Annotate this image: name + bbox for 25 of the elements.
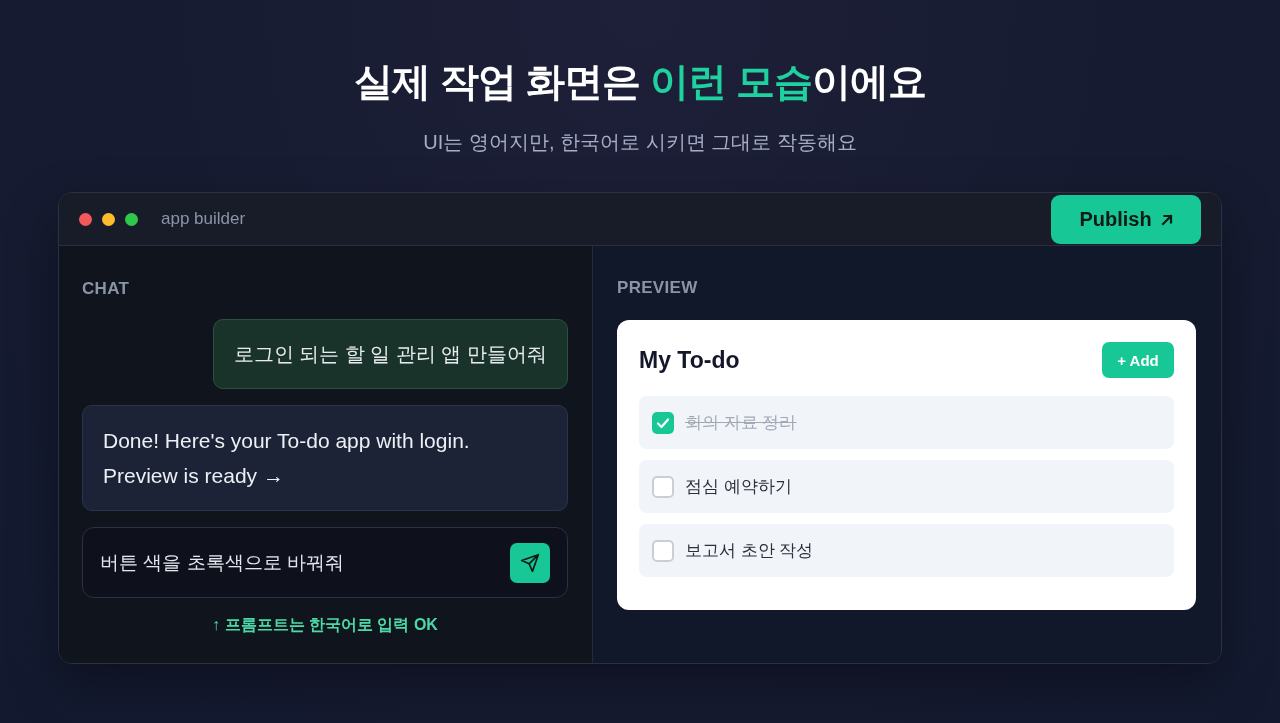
window-control-icon[interactable] [79, 212, 92, 226]
user-message: 로그인 되는 할 일 관리 앱 만들어줘 [212, 319, 568, 389]
message-input[interactable]: 버튼 색을 초록색으로 바꿔줘 [100, 551, 500, 574]
send-button[interactable] [510, 542, 550, 583]
checkbox[interactable] [652, 539, 674, 562]
subheadline: UI는 영어지만, 한국어로 시키면 그대로 작동해요 [423, 130, 857, 155]
input-hint: ↑ 프롬프트는 한국어로 입력 OK [212, 615, 438, 635]
arrow-up-right-icon [1160, 213, 1173, 226]
todo-text: 회의 자료 정리 [685, 412, 797, 434]
message-field[interactable]: 버튼 색을 초록색으로 바꿔줘 [82, 527, 568, 598]
card-title: My To-do [639, 346, 740, 374]
checkbox[interactable] [652, 411, 674, 434]
todo-text: 보고서 초안 작성 [685, 540, 814, 562]
publish-button[interactable]: Publish [1051, 195, 1201, 244]
paper-plane-icon [520, 552, 540, 573]
todo-text: 점심 예약하기 [685, 476, 792, 498]
checkmark-icon [656, 415, 670, 430]
panel-label: PREVIEW [617, 278, 698, 297]
window-control-icon[interactable] [125, 212, 138, 226]
checkbox[interactable] [652, 475, 674, 498]
headline: 실제 작업 화면은 이런 모습이에요 [354, 59, 926, 105]
window-title: app builder [161, 209, 246, 229]
panel-label: CHAT [82, 279, 130, 298]
window-control-icon[interactable] [102, 212, 115, 226]
assistant-message: Done! Here's your To-do app with login. Preview is ready → [82, 405, 568, 511]
